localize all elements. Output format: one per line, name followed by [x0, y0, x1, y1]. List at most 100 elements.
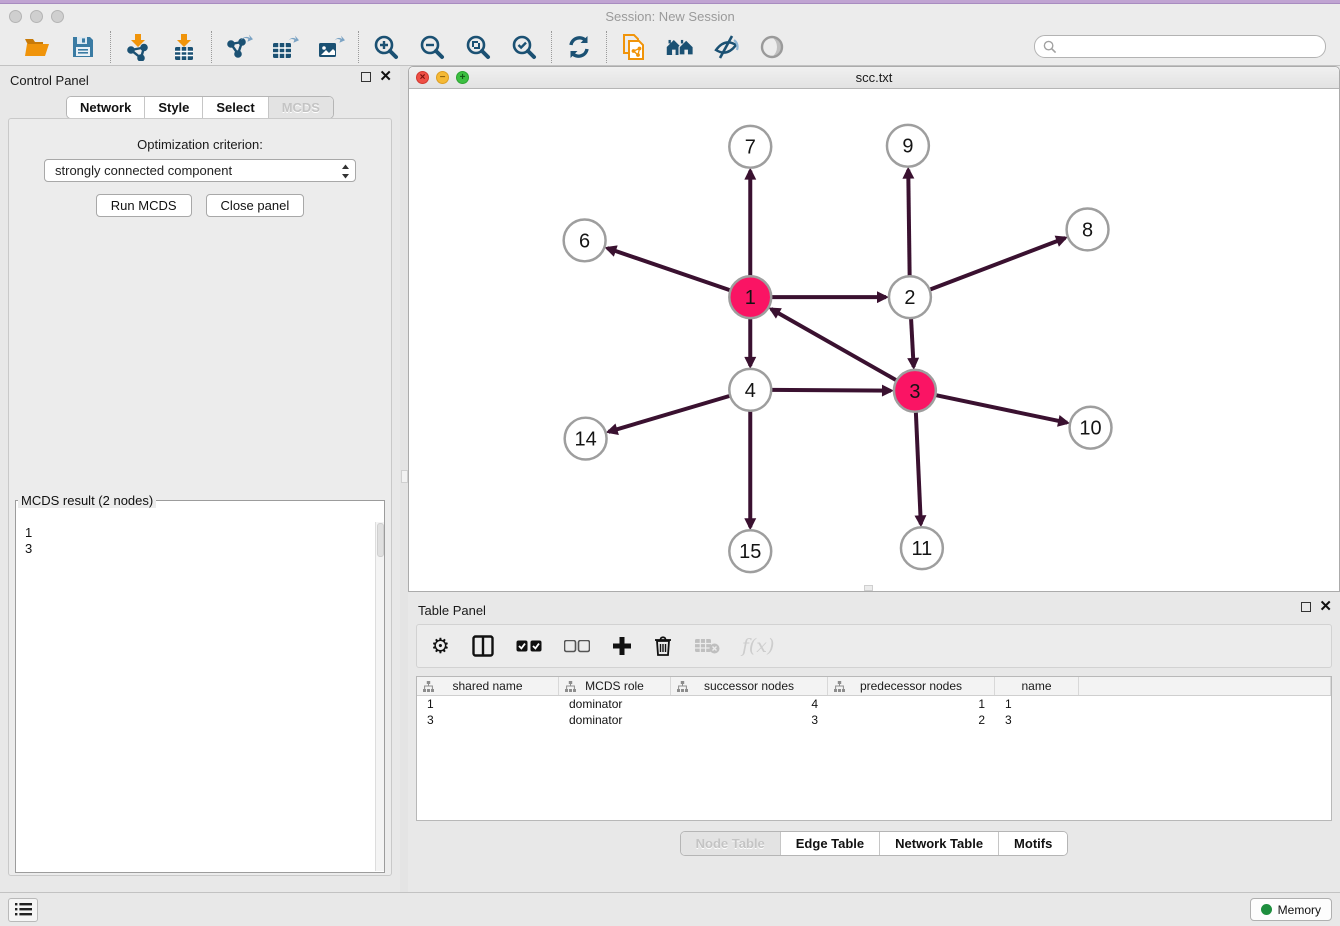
tab-select[interactable]: Select	[202, 97, 267, 118]
graph-node-label-10: 10	[1079, 418, 1101, 440]
network-zoom-button[interactable]: +	[456, 71, 469, 84]
zoom-selected-icon[interactable]	[509, 32, 539, 62]
import-table-icon[interactable]	[169, 32, 199, 62]
export-image-icon[interactable]	[316, 32, 346, 62]
graph-edge-3-11[interactable]	[916, 412, 921, 525]
search-input[interactable]	[1034, 35, 1326, 58]
graph-edge-2-3[interactable]	[911, 318, 914, 367]
vertical-splitter[interactable]	[400, 66, 408, 892]
table-row[interactable]: 3 dominator 3 2 3	[417, 712, 1331, 728]
cell-mcds-role[interactable]: dominator	[559, 712, 671, 728]
close-panel-icon[interactable]: ✕	[379, 72, 392, 82]
export-network-icon[interactable]	[224, 32, 254, 62]
memory-button[interactable]: Memory	[1250, 898, 1332, 921]
open-file-icon[interactable]	[22, 32, 52, 62]
zoom-out-icon[interactable]	[417, 32, 447, 62]
table-settings-gear-icon[interactable]: ⚙	[431, 636, 450, 657]
node-table[interactable]: shared name MCDS role successor nodes pr…	[416, 676, 1332, 821]
delete-table-icon[interactable]	[694, 638, 720, 654]
network-minimize-button[interactable]: −	[436, 71, 449, 84]
column-header-mcds-role[interactable]: MCDS role	[559, 677, 671, 695]
mcds-result-line: 1	[25, 525, 375, 541]
graph-node-label-1: 1	[745, 287, 756, 309]
zoom-in-icon[interactable]	[371, 32, 401, 62]
list-icon	[15, 903, 32, 916]
deselect-all-icon[interactable]	[564, 640, 590, 653]
show-hidden-eye-icon[interactable]	[757, 32, 787, 62]
cell-name[interactable]: 1	[995, 696, 1079, 712]
network-window-titlebar[interactable]: × − + scc.txt	[409, 67, 1339, 89]
float-table-panel-icon[interactable]	[1301, 602, 1311, 612]
application-window: Session: New Session	[0, 0, 1340, 926]
network-canvas[interactable]: 7968124314101511	[409, 89, 1339, 591]
add-column-icon[interactable]	[612, 636, 632, 656]
task-history-button[interactable]	[8, 898, 38, 922]
select-all-icon[interactable]	[516, 640, 542, 653]
graph-node-label-7: 7	[745, 137, 756, 159]
tab-node-table[interactable]: Node Table	[681, 832, 780, 855]
control-panel-tabs: Network Style Select MCDS	[0, 96, 400, 119]
graph-edge-3-1[interactable]	[771, 309, 897, 380]
save-icon[interactable]	[68, 32, 98, 62]
cell-shared-name[interactable]: 3	[417, 712, 559, 728]
canvas-splitter-handle[interactable]	[864, 585, 873, 591]
copy-network-icon[interactable]	[619, 32, 649, 62]
function-builder-icon[interactable]: f(x)	[742, 635, 775, 657]
table-header-row: shared name MCDS role successor nodes pr…	[417, 677, 1331, 696]
close-panel-button[interactable]: Close panel	[206, 194, 305, 217]
tab-motifs[interactable]: Motifs	[998, 832, 1067, 855]
status-bar: Memory	[0, 892, 1340, 926]
column-header-successor-nodes[interactable]: successor nodes	[671, 677, 828, 695]
graph-edge-2-9[interactable]	[908, 170, 909, 277]
hide-selected-eye-icon[interactable]	[711, 32, 741, 62]
close-window-button[interactable]	[9, 10, 22, 23]
search-icon	[1043, 40, 1057, 54]
cell-shared-name[interactable]: 1	[417, 696, 559, 712]
table-row[interactable]: 1 dominator 4 1 1	[417, 696, 1331, 712]
tab-network-table[interactable]: Network Table	[879, 832, 998, 855]
column-type-icon	[677, 681, 688, 695]
graph-edge-4-3[interactable]	[771, 390, 891, 391]
tab-network[interactable]: Network	[67, 97, 144, 118]
zoom-fit-icon[interactable]	[463, 32, 493, 62]
column-header-name[interactable]: name	[995, 677, 1079, 695]
import-network-icon[interactable]	[123, 32, 153, 62]
cell-successor-nodes[interactable]: 3	[671, 712, 828, 728]
cell-mcds-role[interactable]: dominator	[559, 696, 671, 712]
table-panel: Table Panel ✕ ⚙	[408, 596, 1340, 892]
delete-icon[interactable]	[654, 635, 672, 657]
graph-edge-3-10[interactable]	[935, 395, 1067, 423]
network-close-button[interactable]: ×	[416, 71, 429, 84]
cell-successor-nodes[interactable]: 4	[671, 696, 828, 712]
graph-edge-2-8[interactable]	[929, 238, 1065, 290]
cell-name[interactable]: 3	[995, 712, 1079, 728]
graph-node-label-3: 3	[909, 381, 920, 403]
close-table-panel-icon[interactable]: ✕	[1319, 602, 1332, 612]
column-type-icon	[423, 681, 434, 695]
tab-mcds[interactable]: MCDS	[268, 97, 333, 118]
graph-edge-4-14[interactable]	[609, 396, 731, 432]
column-header-filler	[1079, 677, 1331, 695]
toolbar-search	[1034, 35, 1326, 58]
main-window-controls	[0, 10, 64, 23]
first-neighbors-icon[interactable]	[665, 32, 695, 62]
tab-edge-table[interactable]: Edge Table	[780, 832, 879, 855]
column-header-shared-name[interactable]: shared name	[417, 677, 559, 695]
show-columns-icon[interactable]	[472, 635, 494, 657]
mcds-result-text[interactable]: 1 3	[17, 522, 383, 871]
graph-edge-1-6[interactable]	[607, 248, 730, 290]
float-panel-icon[interactable]	[361, 72, 371, 82]
tab-style[interactable]: Style	[144, 97, 202, 118]
column-header-predecessor-nodes[interactable]: predecessor nodes	[828, 677, 995, 695]
run-mcds-button[interactable]: Run MCDS	[96, 194, 192, 217]
cell-predecessor-nodes[interactable]: 1	[828, 696, 995, 712]
refresh-layout-icon[interactable]	[564, 32, 594, 62]
optimization-criterion-dropdown[interactable]: strongly connected component	[44, 159, 356, 182]
cell-predecessor-nodes[interactable]: 2	[828, 712, 995, 728]
mcds-result-scrollbar[interactable]	[375, 522, 384, 871]
optimization-criterion-label: Optimization criterion:	[9, 137, 391, 152]
splitter-handle[interactable]	[401, 470, 408, 483]
zoom-window-button[interactable]	[51, 10, 64, 23]
export-table-icon[interactable]	[270, 32, 300, 62]
minimize-window-button[interactable]	[30, 10, 43, 23]
